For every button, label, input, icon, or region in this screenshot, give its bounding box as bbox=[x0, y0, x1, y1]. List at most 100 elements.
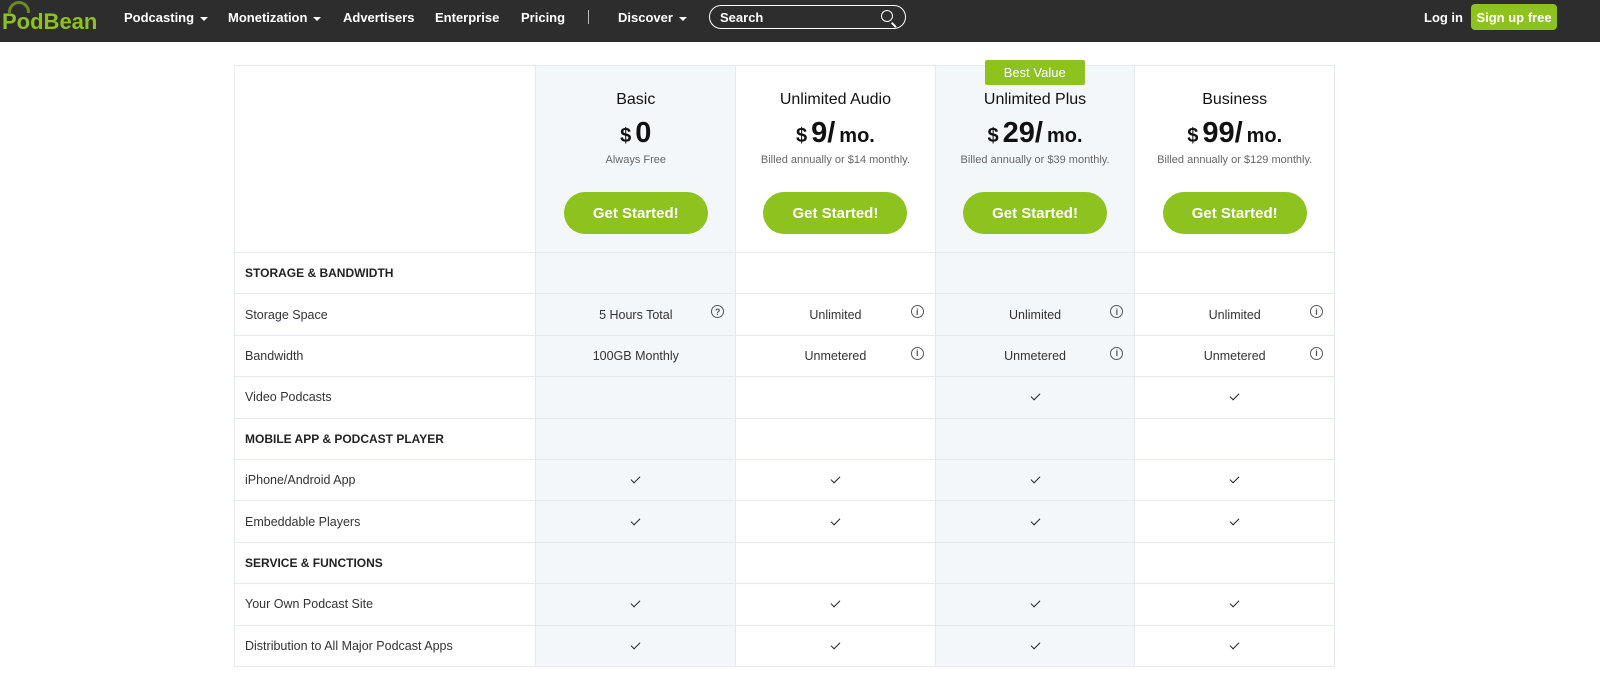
feature-cell bbox=[935, 584, 1136, 626]
feature-row: Bandwidth 100GB Monthly Unmetered i Unmetere… bbox=[235, 335, 1336, 378]
check-icon bbox=[1030, 390, 1041, 401]
feature-cell: Unmetered i bbox=[935, 335, 1136, 378]
check-icon bbox=[1229, 473, 1240, 484]
plan-price: $29/mo. bbox=[936, 117, 1135, 150]
feature-cell bbox=[935, 501, 1136, 543]
nav-divider bbox=[588, 10, 589, 24]
plan-column-2: Best Value Unlimited Plus $29/mo. Billed an… bbox=[935, 60, 1136, 253]
feature-value: Unlimited bbox=[1009, 307, 1062, 322]
feature-row: Distribution to All Major Podcast Apps bbox=[235, 625, 1336, 667]
search-box[interactable] bbox=[709, 5, 906, 29]
feature-cell bbox=[935, 625, 1136, 667]
login-link[interactable]: Log in bbox=[1424, 10, 1463, 25]
section-title: STORAGE & BANDWIDTH bbox=[235, 253, 537, 295]
feature-cell bbox=[536, 625, 737, 667]
check-icon bbox=[1229, 515, 1240, 525]
nav-discover[interactable]: Discover bbox=[618, 10, 687, 25]
feature-cell bbox=[736, 625, 936, 667]
check-icon bbox=[630, 639, 641, 650]
get-started-button[interactable]: Get Started! bbox=[963, 192, 1108, 234]
feature-cell bbox=[736, 584, 936, 626]
section-row: MOBILE APP & PODCAST PLAYER bbox=[235, 418, 1336, 460]
feature-value: Unlimited bbox=[809, 307, 862, 322]
check-icon bbox=[1229, 390, 1240, 401]
check-icon bbox=[830, 639, 841, 650]
check-icon bbox=[1030, 597, 1041, 608]
check-icon bbox=[830, 473, 841, 484]
plan-price: $0 bbox=[536, 117, 735, 150]
top-navbar: PodBean Podcasting Monetization Advertis… bbox=[0, 0, 1600, 42]
price-currency: $ bbox=[1187, 125, 1199, 147]
feature-value: Unmetered bbox=[1004, 348, 1066, 363]
info-icon[interactable]: i bbox=[1310, 305, 1324, 319]
info-icon[interactable]: i bbox=[1310, 346, 1324, 360]
feature-cell: Unlimited i bbox=[935, 294, 1136, 336]
price-amount: 9/ bbox=[811, 117, 836, 149]
feature-cell bbox=[1135, 377, 1336, 419]
price-currency: $ bbox=[795, 125, 808, 147]
search-input[interactable] bbox=[720, 9, 870, 25]
price-amount: 0 bbox=[635, 117, 652, 149]
nav-enterprise[interactable]: Enterprise bbox=[435, 10, 499, 25]
plan-name: Basic bbox=[616, 91, 656, 108]
check-icon bbox=[830, 597, 841, 608]
feature-cell bbox=[536, 542, 737, 585]
feature-cell bbox=[1135, 501, 1336, 543]
info-icon[interactable]: i bbox=[910, 305, 924, 319]
check-icon bbox=[1229, 597, 1240, 608]
billing-note: Always Free bbox=[605, 154, 667, 166]
section-title: SERVICE & FUNCTIONS bbox=[235, 542, 537, 585]
plan-name: Unlimited Audio bbox=[779, 91, 891, 108]
feature-value: Unmetered bbox=[804, 348, 867, 363]
plan-column-1: Unlimited Audio $9/mo. Billed annually or … bbox=[736, 66, 936, 253]
feature-cell bbox=[935, 377, 1136, 419]
nav-advertisers[interactable]: Advertisers bbox=[343, 10, 415, 25]
feature-cell bbox=[736, 501, 936, 543]
pricing-table: Basic $0 Always Free Get Started! Unlimited … bbox=[234, 60, 1336, 667]
feature-cell bbox=[1135, 584, 1336, 626]
search-icon[interactable] bbox=[881, 10, 893, 22]
feature-cell bbox=[536, 501, 737, 543]
check-icon bbox=[830, 515, 841, 525]
feature-cell bbox=[736, 253, 936, 295]
feature-cell bbox=[536, 584, 737, 626]
info-icon[interactable]: i bbox=[910, 346, 924, 360]
help-icon[interactable]: ? bbox=[711, 305, 725, 319]
feature-label: Distribution to All Major Podcast Apps bbox=[235, 625, 537, 667]
info-icon[interactable]: i bbox=[1110, 346, 1124, 360]
get-started-button[interactable]: Get Started! bbox=[563, 192, 708, 234]
feature-cell bbox=[1135, 459, 1336, 502]
feature-cell bbox=[935, 418, 1136, 460]
feature-label: Embeddable Players bbox=[235, 501, 537, 543]
get-started-button[interactable]: Get Started! bbox=[763, 192, 908, 234]
nav-pricing[interactable]: Pricing bbox=[521, 10, 565, 25]
feature-row: Embeddable Players bbox=[235, 501, 1336, 543]
feature-value: 100GB Monthly bbox=[592, 348, 679, 363]
signup-button[interactable]: Sign up free bbox=[1471, 4, 1557, 30]
info-icon[interactable]: i bbox=[1110, 305, 1124, 319]
plan-column-3: Business $99/mo. Billed annually or $129 m… bbox=[1135, 66, 1336, 253]
feature-cell bbox=[536, 377, 737, 419]
feature-cell bbox=[1135, 542, 1336, 585]
podbean-logo[interactable]: PodBean bbox=[2, 1, 97, 35]
caret-down-icon bbox=[313, 16, 322, 21]
caret-down-icon bbox=[200, 16, 209, 21]
feature-cell: 100GB Monthly bbox=[536, 335, 737, 378]
feature-cell bbox=[536, 418, 737, 460]
best-value-badge: Best Value bbox=[984, 60, 1085, 85]
feature-row: Your Own Podcast Site bbox=[235, 584, 1336, 626]
get-started-button[interactable]: Get Started! bbox=[1162, 192, 1307, 234]
nav-monetization[interactable]: Monetization bbox=[228, 10, 322, 25]
feature-cell: Unmetered i bbox=[736, 335, 936, 378]
feature-cell: Unlimited i bbox=[736, 294, 936, 336]
feature-cell: 5 Hours Total? bbox=[536, 294, 737, 336]
feature-row: Storage Space 5 Hours Total? Unlimited i Unl… bbox=[235, 294, 1336, 336]
feature-label: Storage Space bbox=[235, 294, 537, 336]
check-icon bbox=[630, 473, 641, 484]
feature-cell bbox=[536, 253, 737, 295]
feature-cell: Unmetered i bbox=[1135, 335, 1336, 378]
billing-note: Billed annually or $39 monthly. bbox=[960, 154, 1110, 166]
feature-cell bbox=[736, 459, 936, 502]
feature-label: Your Own Podcast Site bbox=[235, 584, 537, 626]
nav-podcasting[interactable]: Podcasting bbox=[124, 10, 209, 25]
